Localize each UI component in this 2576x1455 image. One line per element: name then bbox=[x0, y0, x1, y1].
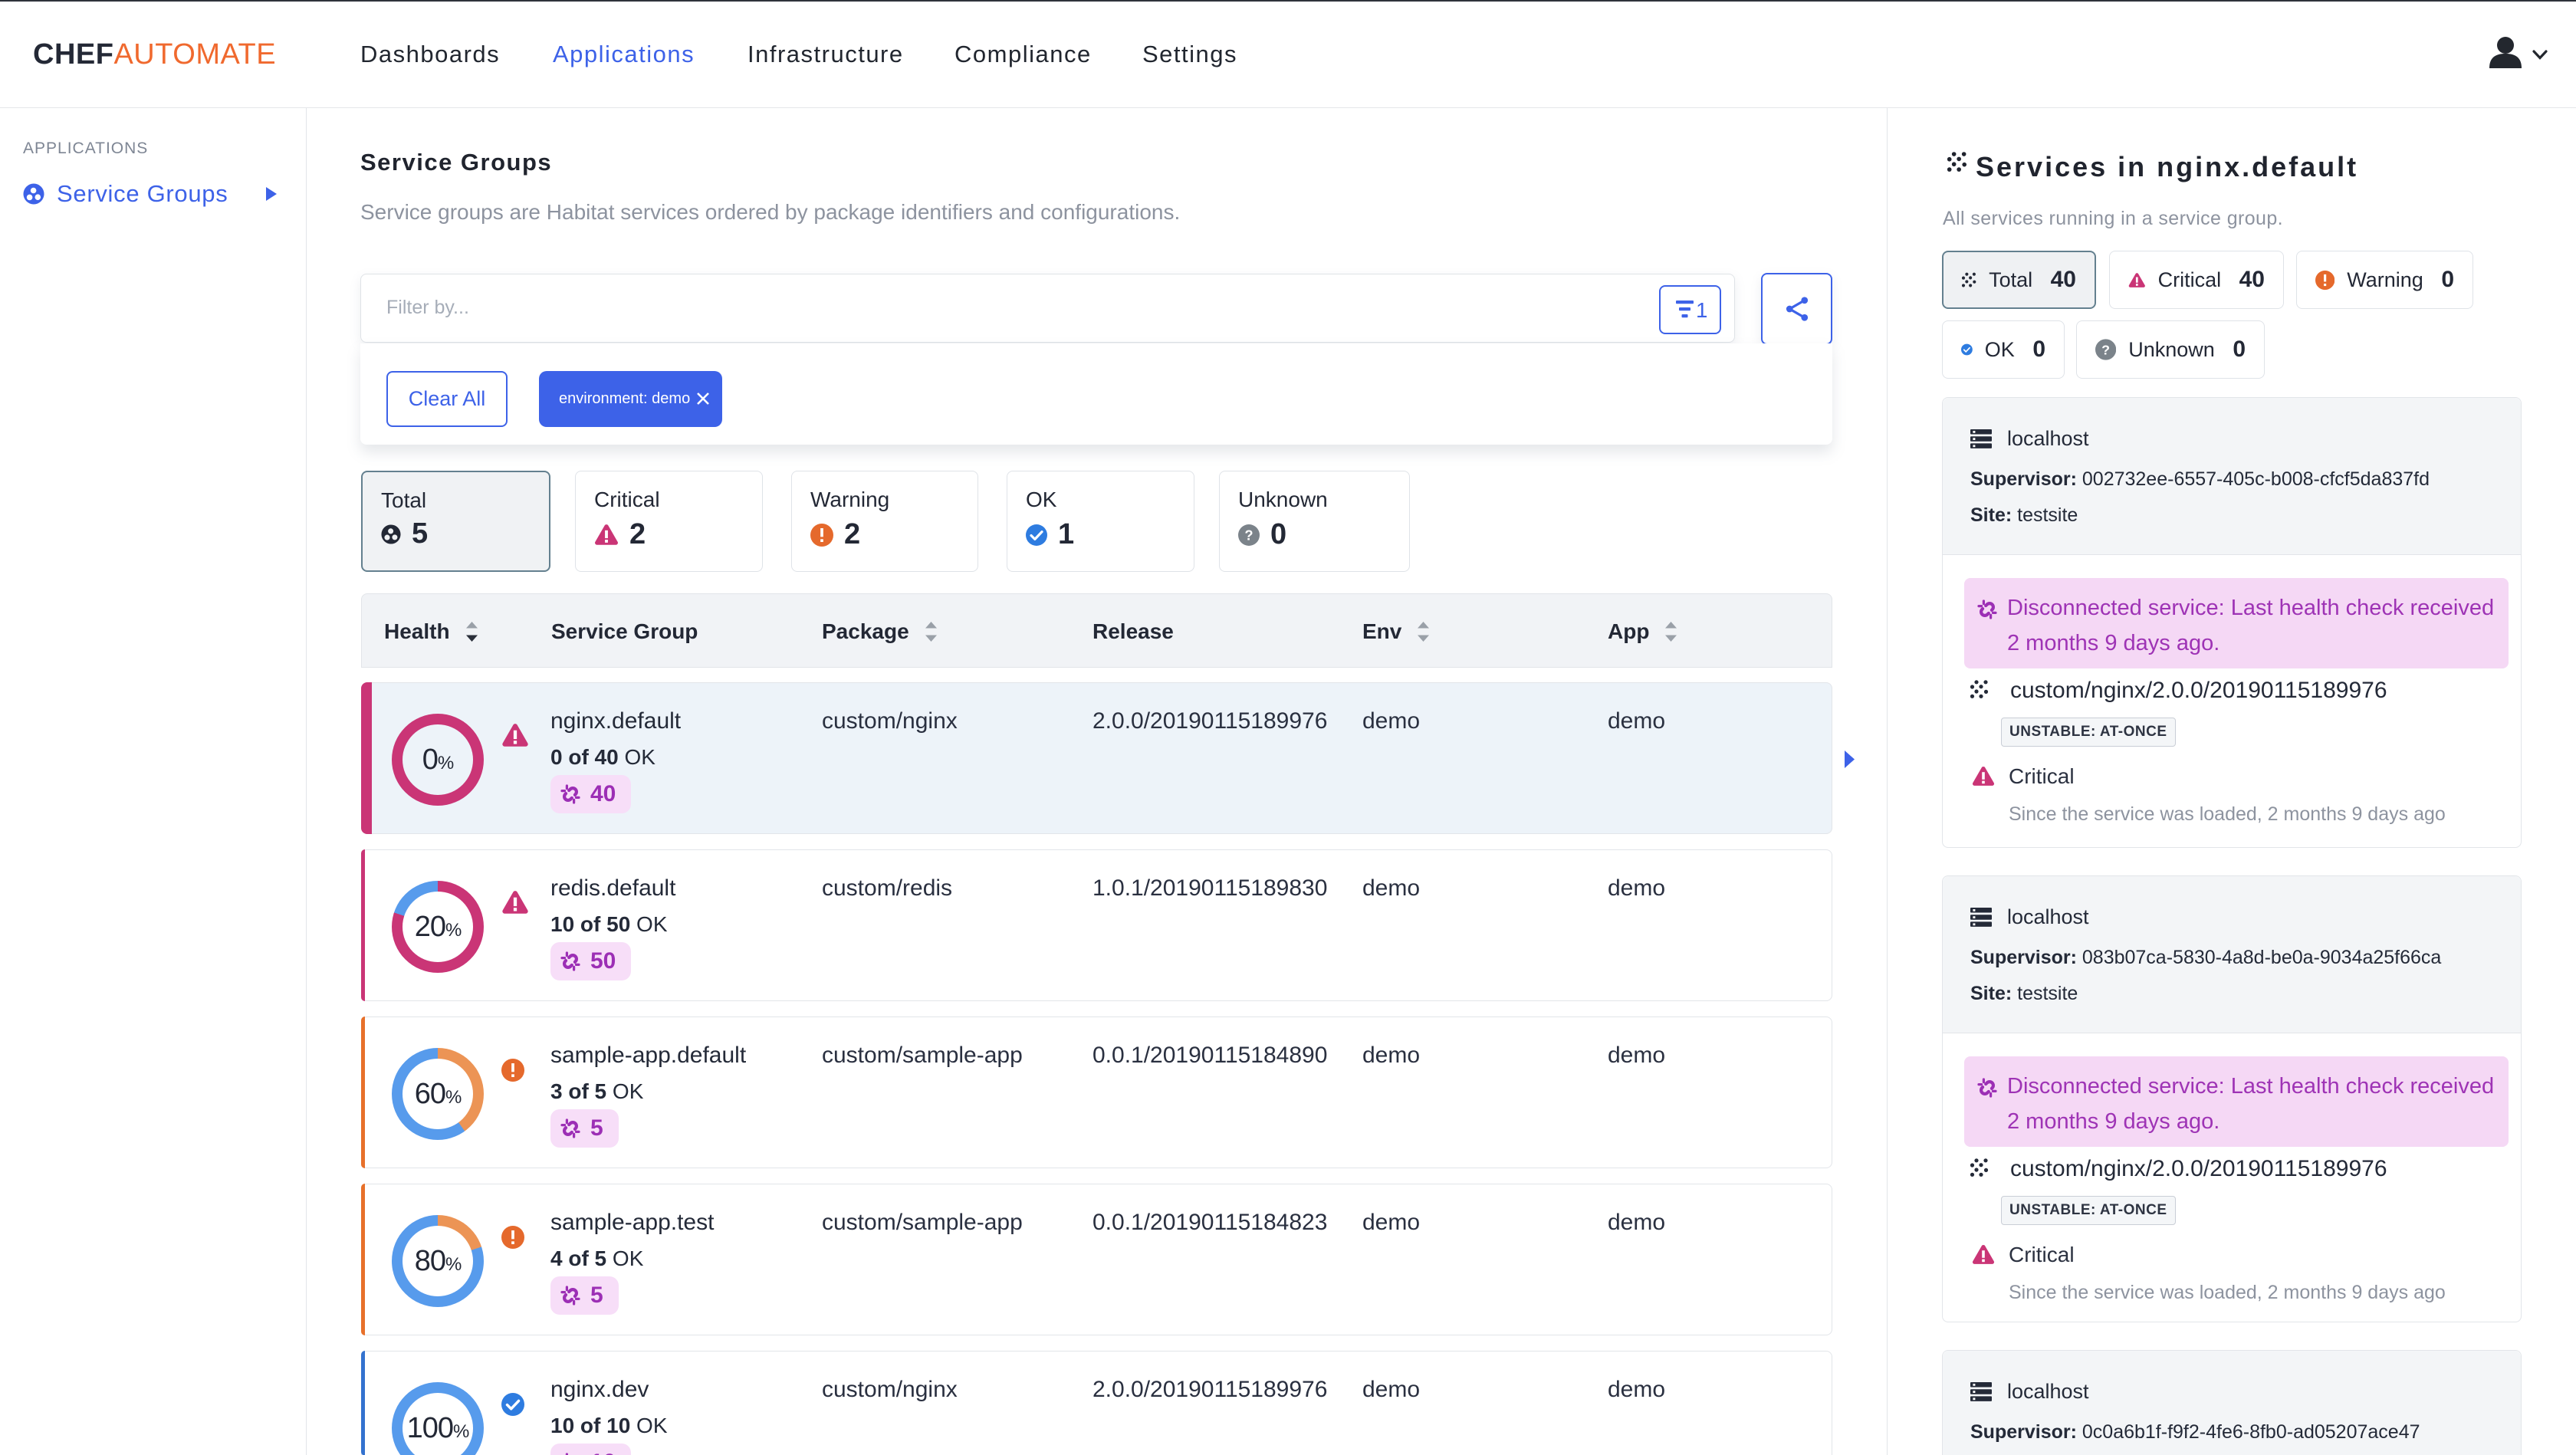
svg-text:?: ? bbox=[2101, 342, 2110, 357]
svg-text:?: ? bbox=[1244, 527, 1253, 543]
svg-text:1: 1 bbox=[1696, 301, 1707, 319]
